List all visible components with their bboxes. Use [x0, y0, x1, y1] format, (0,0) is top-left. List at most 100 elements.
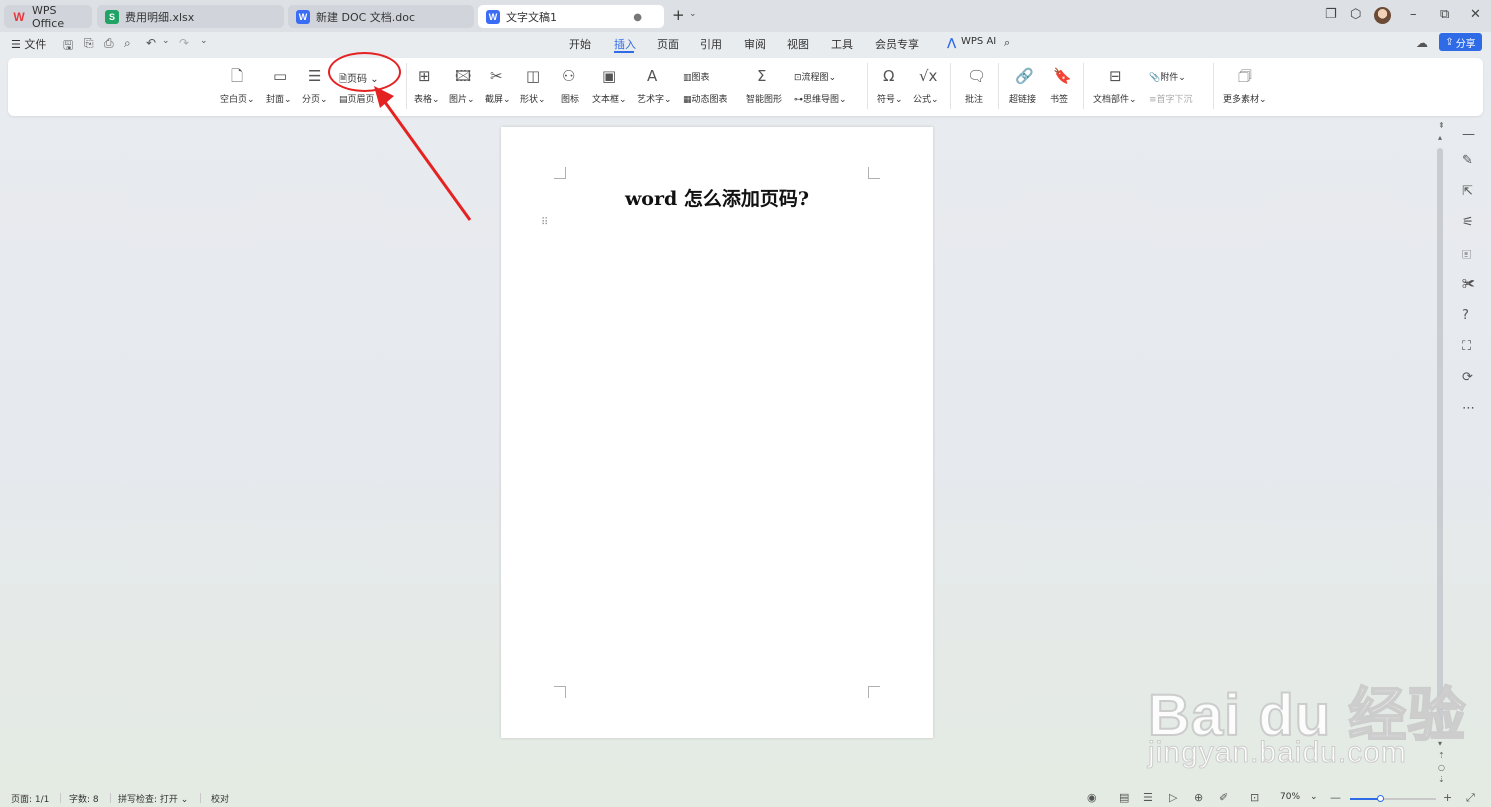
outline-view-icon[interactable]: ☰: [1143, 791, 1153, 804]
vertical-scrollbar[interactable]: [1437, 148, 1443, 733]
menu-view[interactable]: 视图: [787, 36, 809, 52]
search-icon[interactable]: ⌕: [1004, 36, 1010, 50]
status-divider: [110, 793, 111, 803]
tab-document1[interactable]: W 文字文稿1 ●: [478, 5, 664, 28]
fullscreen-icon[interactable]: ⤢: [1466, 791, 1475, 805]
mindmap-button[interactable]: ⊶思维导图⌄: [794, 92, 847, 105]
zoom-level[interactable]: 70%: [1280, 792, 1300, 802]
more-materials-icon: 🗇: [1238, 67, 1252, 85]
more-materials-button[interactable]: 更多素材⌄: [1223, 92, 1267, 105]
word-count[interactable]: 字数: 8: [69, 792, 99, 805]
more-icon[interactable]: ⋯: [1462, 401, 1475, 416]
minimize-icon[interactable]: –: [1410, 7, 1417, 22]
menu-tools[interactable]: 工具: [831, 36, 853, 52]
textbox-button[interactable]: 文本框⌄: [592, 92, 627, 105]
file-menu[interactable]: ☰ 文件: [11, 36, 46, 52]
doc-parts-button[interactable]: 文档部件⌄: [1093, 92, 1137, 105]
page-view-icon[interactable]: ▤: [1119, 791, 1129, 804]
cube-icon[interactable]: ⬡: [1350, 7, 1361, 22]
chevron-down-icon[interactable]: ⌄: [162, 36, 170, 46]
drop-cap-button[interactable]: ≡首字下沉: [1149, 92, 1193, 105]
flowchart-button[interactable]: ⊡流程图⌄: [794, 70, 836, 83]
document-title[interactable]: word 怎么添加页码?: [501, 184, 933, 211]
export-icon[interactable]: ⎘: [84, 36, 94, 51]
next-page-icon[interactable]: ⇣: [1438, 775, 1445, 784]
select-cursor-icon[interactable]: ⇱: [1462, 184, 1473, 199]
attachment-icon: 📎: [1149, 73, 1161, 83]
attachment-button[interactable]: 📎附件⌄: [1149, 70, 1186, 83]
proofread-button[interactable]: 校对: [211, 792, 229, 805]
adjust-icon[interactable]: ⚟: [1462, 215, 1474, 230]
icon-button[interactable]: 图标: [561, 92, 579, 105]
new-tab-button[interactable]: +: [672, 6, 685, 24]
undo-icon[interactable]: ↶: [146, 36, 156, 50]
wordart-button[interactable]: 艺术字⌄: [637, 92, 672, 105]
dynamic-chart-button[interactable]: ▦动态图表: [683, 92, 728, 105]
shirt-icon[interactable]: ⛶: [1462, 339, 1471, 354]
hyperlink-button[interactable]: 超链接: [1009, 92, 1036, 105]
close-icon[interactable]: ✕: [1470, 7, 1481, 22]
chevron-down-icon[interactable]: ⌄: [200, 36, 208, 46]
document-page[interactable]: word 怎么添加页码? ⠿: [501, 127, 933, 738]
tab-bar: W WPS Office S 费用明细.xlsx W 新建 DOC 文档.doc…: [0, 0, 1491, 32]
eye-icon[interactable]: ◉: [1087, 791, 1097, 804]
save-icon[interactable]: 🖫: [63, 36, 73, 57]
prev-page-icon[interactable]: ⇡: [1438, 751, 1445, 760]
menu-page[interactable]: 页面: [657, 36, 679, 52]
screenshot-button[interactable]: 截屏⌄: [485, 92, 511, 105]
smart-graphic-button[interactable]: 智能图形: [746, 92, 782, 105]
tab-expense-xlsx[interactable]: S 费用明细.xlsx: [97, 5, 284, 28]
tab-wps-office[interactable]: W WPS Office: [4, 4, 92, 30]
sync-icon[interactable]: ⟳: [1462, 370, 1473, 385]
scroll-up-icon[interactable]: ▴: [1438, 133, 1442, 142]
print-preview-icon[interactable]: ⌕: [124, 36, 131, 51]
zoom-slider-fill: [1350, 798, 1381, 800]
comment-button[interactable]: 批注: [965, 92, 983, 105]
chart-button[interactable]: ▥图表: [683, 70, 710, 83]
cover-button[interactable]: 封面⌄: [266, 92, 292, 105]
menu-insert[interactable]: 插入: [614, 36, 636, 52]
bookmark-button[interactable]: 书签: [1050, 92, 1068, 105]
web-view-icon[interactable]: ⊕: [1194, 791, 1203, 804]
zoom-dropdown-icon[interactable]: ⌄: [1310, 792, 1318, 802]
shape-button[interactable]: 形状⌄: [520, 92, 546, 105]
edit-doc-icon[interactable]: 🗉: [1462, 246, 1472, 268]
help-icon[interactable]: ?: [1462, 308, 1469, 323]
play-icon[interactable]: ▷: [1169, 791, 1177, 804]
restore-window-icon[interactable]: ❐: [1325, 7, 1337, 22]
wps-ai-button[interactable]: WPS AI: [961, 36, 996, 47]
drop-cap-icon: ≡: [1149, 95, 1157, 105]
scroll-top-icon[interactable]: ⇞: [1438, 121, 1445, 130]
menu-member[interactable]: 会员专享: [875, 36, 919, 52]
zoom-in-icon[interactable]: +: [1443, 791, 1452, 804]
symbol-button[interactable]: 符号⌄: [877, 92, 903, 105]
fit-page-icon[interactable]: ⊡: [1250, 791, 1259, 804]
bookmark-icon: 🔖: [1053, 67, 1072, 85]
maximize-icon[interactable]: ⧉: [1440, 7, 1449, 22]
print-icon[interactable]: ⎙: [104, 36, 114, 51]
zoom-out-icon[interactable]: —: [1330, 791, 1341, 804]
pen-mode-icon[interactable]: ✐: [1219, 791, 1228, 804]
page-break-button[interactable]: 分页⌄: [302, 92, 328, 105]
formula-button[interactable]: 公式⌄: [913, 92, 939, 105]
collapse-sidebar-icon[interactable]: —: [1462, 127, 1475, 142]
blank-page-button[interactable]: 空白页⌄: [220, 92, 255, 105]
share-icon: ⇪: [1445, 36, 1454, 48]
share-button[interactable]: ⇪ 分享: [1439, 33, 1482, 51]
tab-new-doc[interactable]: W 新建 DOC 文档.doc: [288, 5, 474, 28]
avatar[interactable]: [1374, 7, 1391, 24]
page-count[interactable]: 页面: 1/1: [11, 792, 49, 805]
cloud-upload-icon[interactable]: ☁: [1416, 36, 1428, 50]
mindmap-icon: ⊶: [794, 95, 803, 105]
pen-icon[interactable]: ✎: [1462, 153, 1473, 168]
spellcheck-toggle[interactable]: 拼写检查: 打开 ⌄: [118, 792, 188, 805]
tools-icon[interactable]: ✀: [1462, 277, 1475, 292]
menu-start[interactable]: 开始: [569, 36, 591, 52]
chevron-down-icon[interactable]: ⌄: [689, 9, 697, 19]
menu-review[interactable]: 审阅: [744, 36, 766, 52]
page-jump-icon[interactable]: ○: [1438, 763, 1445, 772]
drag-handle-icon[interactable]: ⠿: [541, 217, 548, 228]
wps-logo-icon: W: [13, 9, 25, 24]
redo-icon[interactable]: ↷: [179, 36, 189, 50]
menu-references[interactable]: 引用: [700, 36, 722, 52]
